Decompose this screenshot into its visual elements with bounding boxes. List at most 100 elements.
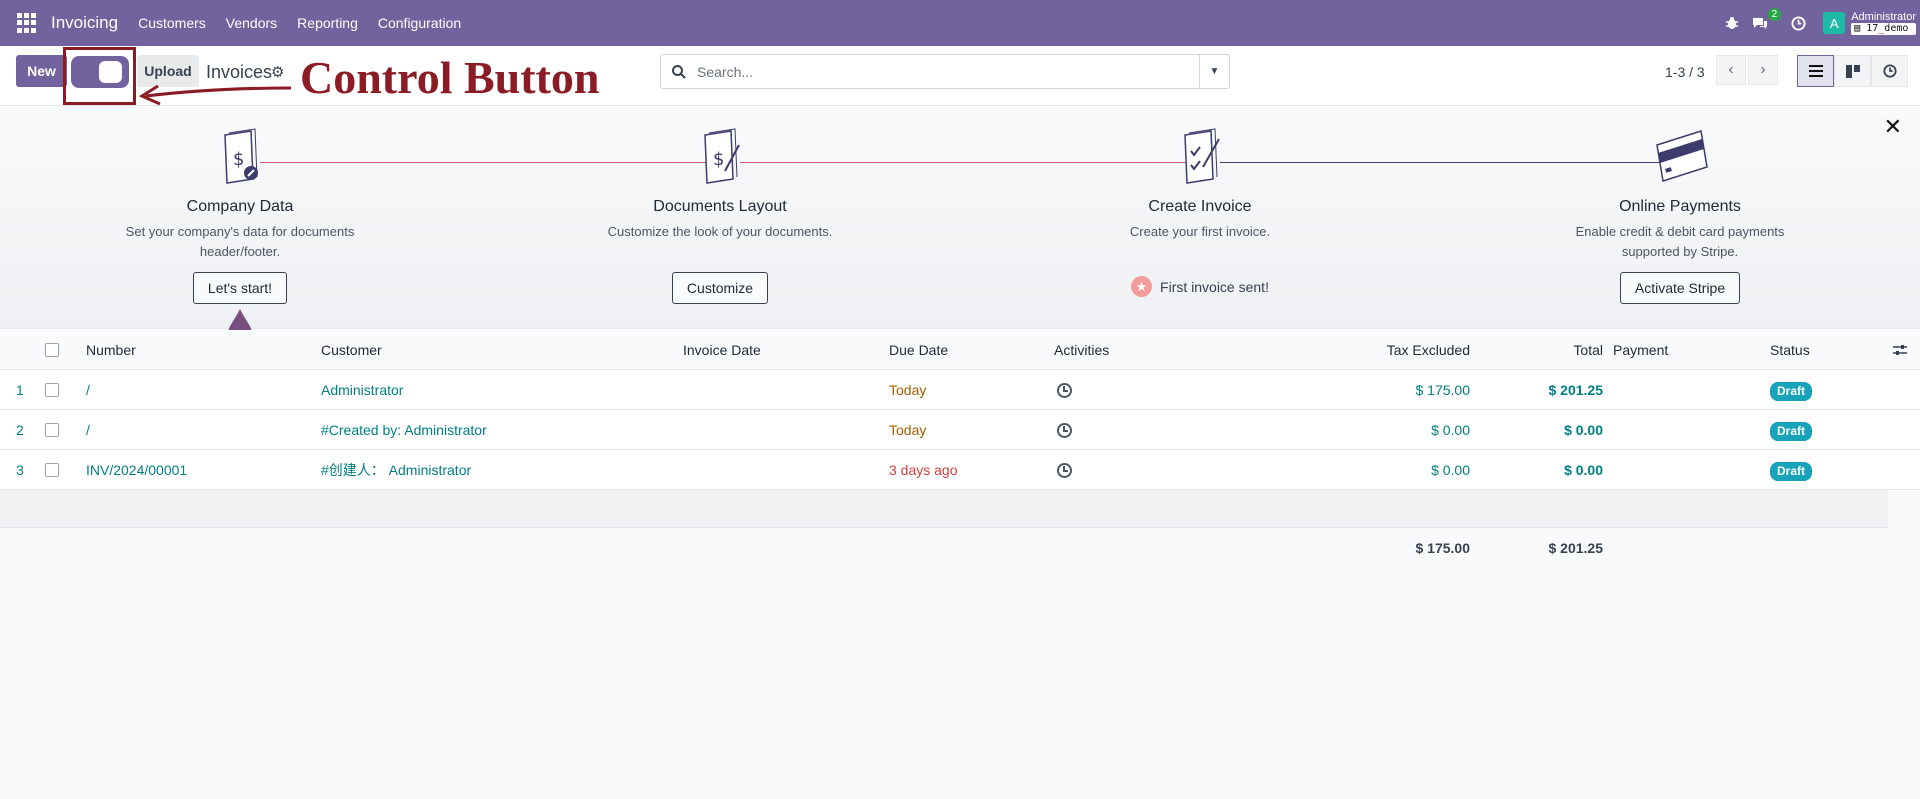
credit-card-icon — [1655, 127, 1708, 187]
row-checkbox[interactable] — [45, 383, 59, 397]
step-description: Create your first invoice. — [1129, 224, 1271, 239]
due-date: Today — [889, 382, 927, 398]
customer-name[interactable]: #创建人： Administrator — [321, 450, 471, 490]
table-header: Number Customer Invoice Date Due Date Ac… — [0, 330, 1920, 370]
col-customer[interactable]: Customer — [321, 330, 382, 370]
apps-grid-icon[interactable] — [17, 13, 37, 33]
list-view-button[interactable] — [1797, 55, 1834, 87]
invoice-number[interactable]: / — [86, 370, 90, 410]
step-documents-layout: $ Documents Layout Customize the look of… — [590, 127, 850, 304]
col-invoice-date[interactable]: Invoice Date — [683, 330, 761, 370]
menu-configuration[interactable]: Configuration — [378, 15, 461, 31]
step-create-invoice: Create Invoice Create your first invoice… — [1070, 127, 1330, 297]
step-description: Set your company's data for documents he… — [125, 224, 355, 259]
total: $ 201.25 — [1548, 382, 1604, 398]
step-description: Enable credit & debit card payments supp… — [1575, 224, 1785, 259]
svg-text:$: $ — [233, 149, 244, 170]
database-name: ▤ 17_demo — [1851, 23, 1916, 35]
pager-previous-button[interactable]: ‹ — [1716, 55, 1746, 85]
lets-start-button[interactable]: Let's start! — [192, 272, 288, 304]
customize-button[interactable]: Customize — [671, 272, 769, 304]
chat-icon[interactable]: 2 — [1749, 8, 1782, 34]
status-badge: Draft — [1770, 381, 1813, 401]
avatar[interactable]: A — [1823, 12, 1846, 34]
table-row[interactable]: 3 INV/2024/00001 #创建人： Administrator 3 d… — [0, 450, 1920, 490]
col-due-date[interactable]: Due Date — [889, 330, 948, 370]
col-tax-excluded[interactable]: Tax Excluded — [1330, 330, 1470, 370]
invoice-list: Number Customer Invoice Date Due Date Ac… — [0, 330, 1920, 568]
activity-clock-icon[interactable] — [1057, 383, 1072, 398]
invoice-number[interactable]: INV/2024/00001 — [86, 450, 187, 490]
search-input[interactable] — [697, 63, 1197, 80]
table-row[interactable]: 1 / Administrator Today $ 175.00 $ 201.2… — [0, 370, 1920, 410]
col-payment[interactable]: Payment — [1613, 330, 1668, 370]
total: $ 0.00 — [1564, 422, 1603, 438]
due-date: 3 days ago — [889, 462, 958, 478]
pager-value[interactable]: 1-3 / 3 — [1665, 64, 1705, 80]
row-number: 3 — [16, 462, 24, 478]
status-cell: Draft — [1770, 410, 1813, 450]
row-checkbox[interactable] — [45, 423, 59, 437]
total-tax-excluded: $ 175.00 — [1415, 540, 1471, 556]
step-done-status: ★ First invoice sent! — [1070, 276, 1330, 297]
search-icon — [671, 64, 687, 80]
activity-clock-icon[interactable] — [1787, 12, 1809, 34]
list-icon — [1808, 65, 1823, 77]
search-bar: ▼ — [660, 54, 1230, 89]
search-options-toggle[interactable]: ▼ — [1199, 55, 1229, 88]
customer-name[interactable]: Administrator — [321, 370, 403, 410]
new-button[interactable]: New — [16, 55, 67, 87]
annotation-arrow — [138, 84, 292, 106]
column-settings-icon[interactable] — [1893, 330, 1907, 370]
close-icon[interactable]: ✕ — [1884, 114, 1902, 140]
caret-down-icon: ▼ — [1209, 66, 1220, 77]
menu-customers[interactable]: Customers — [138, 15, 206, 31]
toggle-knob — [99, 61, 122, 83]
kanban-icon — [1845, 64, 1860, 78]
select-all-checkbox[interactable] — [45, 343, 59, 357]
app-brand[interactable]: Invoicing — [51, 13, 118, 33]
empty-row — [0, 490, 1888, 528]
menu-vendors[interactable]: Vendors — [226, 15, 277, 31]
activity-view-button[interactable] — [1871, 55, 1908, 87]
control-toggle-switch[interactable] — [71, 56, 129, 88]
tax-excluded: $ 0.00 — [1431, 422, 1470, 438]
kanban-view-button[interactable] — [1834, 55, 1871, 87]
total: $ 0.00 — [1564, 462, 1603, 478]
clock-icon — [1882, 64, 1897, 78]
invoice-document-icon: $ — [215, 127, 265, 187]
document-layout-icon: $ — [695, 127, 745, 187]
col-activities[interactable]: Activities — [1054, 330, 1109, 370]
col-number[interactable]: Number — [86, 330, 136, 370]
annotation-label: Control Button — [300, 52, 600, 103]
row-checkbox[interactable] — [45, 463, 59, 477]
step-title: Company Data — [186, 198, 294, 215]
row-number: 1 — [16, 382, 24, 398]
step-title: Create Invoice — [1148, 198, 1252, 215]
invoice-number[interactable]: / — [86, 410, 90, 450]
activate-stripe-button[interactable]: Activate Stripe — [1619, 272, 1741, 304]
checklist-icon — [1175, 127, 1225, 187]
activity-clock-icon[interactable] — [1057, 423, 1072, 438]
user-name: Administrator — [1851, 11, 1916, 23]
chevron-left-icon: ‹ — [1728, 61, 1734, 78]
menu-reporting[interactable]: Reporting — [297, 15, 358, 31]
customer-name[interactable]: #Created by: Administrator — [321, 410, 487, 450]
due-date: Today — [889, 422, 927, 438]
status-badge: Draft — [1770, 461, 1813, 481]
pager-next-button[interactable]: › — [1748, 55, 1778, 85]
star-icon: ★ — [1131, 276, 1153, 297]
onboarding-panel: ✕ $ Company Data Set your company's data… — [0, 107, 1920, 343]
debug-bug-icon[interactable] — [1721, 12, 1743, 34]
col-status[interactable]: Status — [1770, 330, 1810, 370]
status-cell: Draft — [1770, 370, 1813, 410]
step-title: Documents Layout — [653, 198, 787, 215]
col-total[interactable]: Total — [1500, 330, 1603, 370]
step-company-data: $ Company Data Set your company's data f… — [110, 127, 370, 304]
tax-excluded: $ 175.00 — [1415, 382, 1471, 398]
table-row[interactable]: 2 / #Created by: Administrator Today $ 0… — [0, 410, 1920, 450]
tax-excluded: $ 0.00 — [1431, 462, 1470, 478]
user-menu[interactable]: Administrator ▤ 17_demo — [1851, 11, 1916, 35]
activity-clock-icon[interactable] — [1057, 463, 1072, 478]
chat-badge: 2 — [1767, 8, 1782, 21]
